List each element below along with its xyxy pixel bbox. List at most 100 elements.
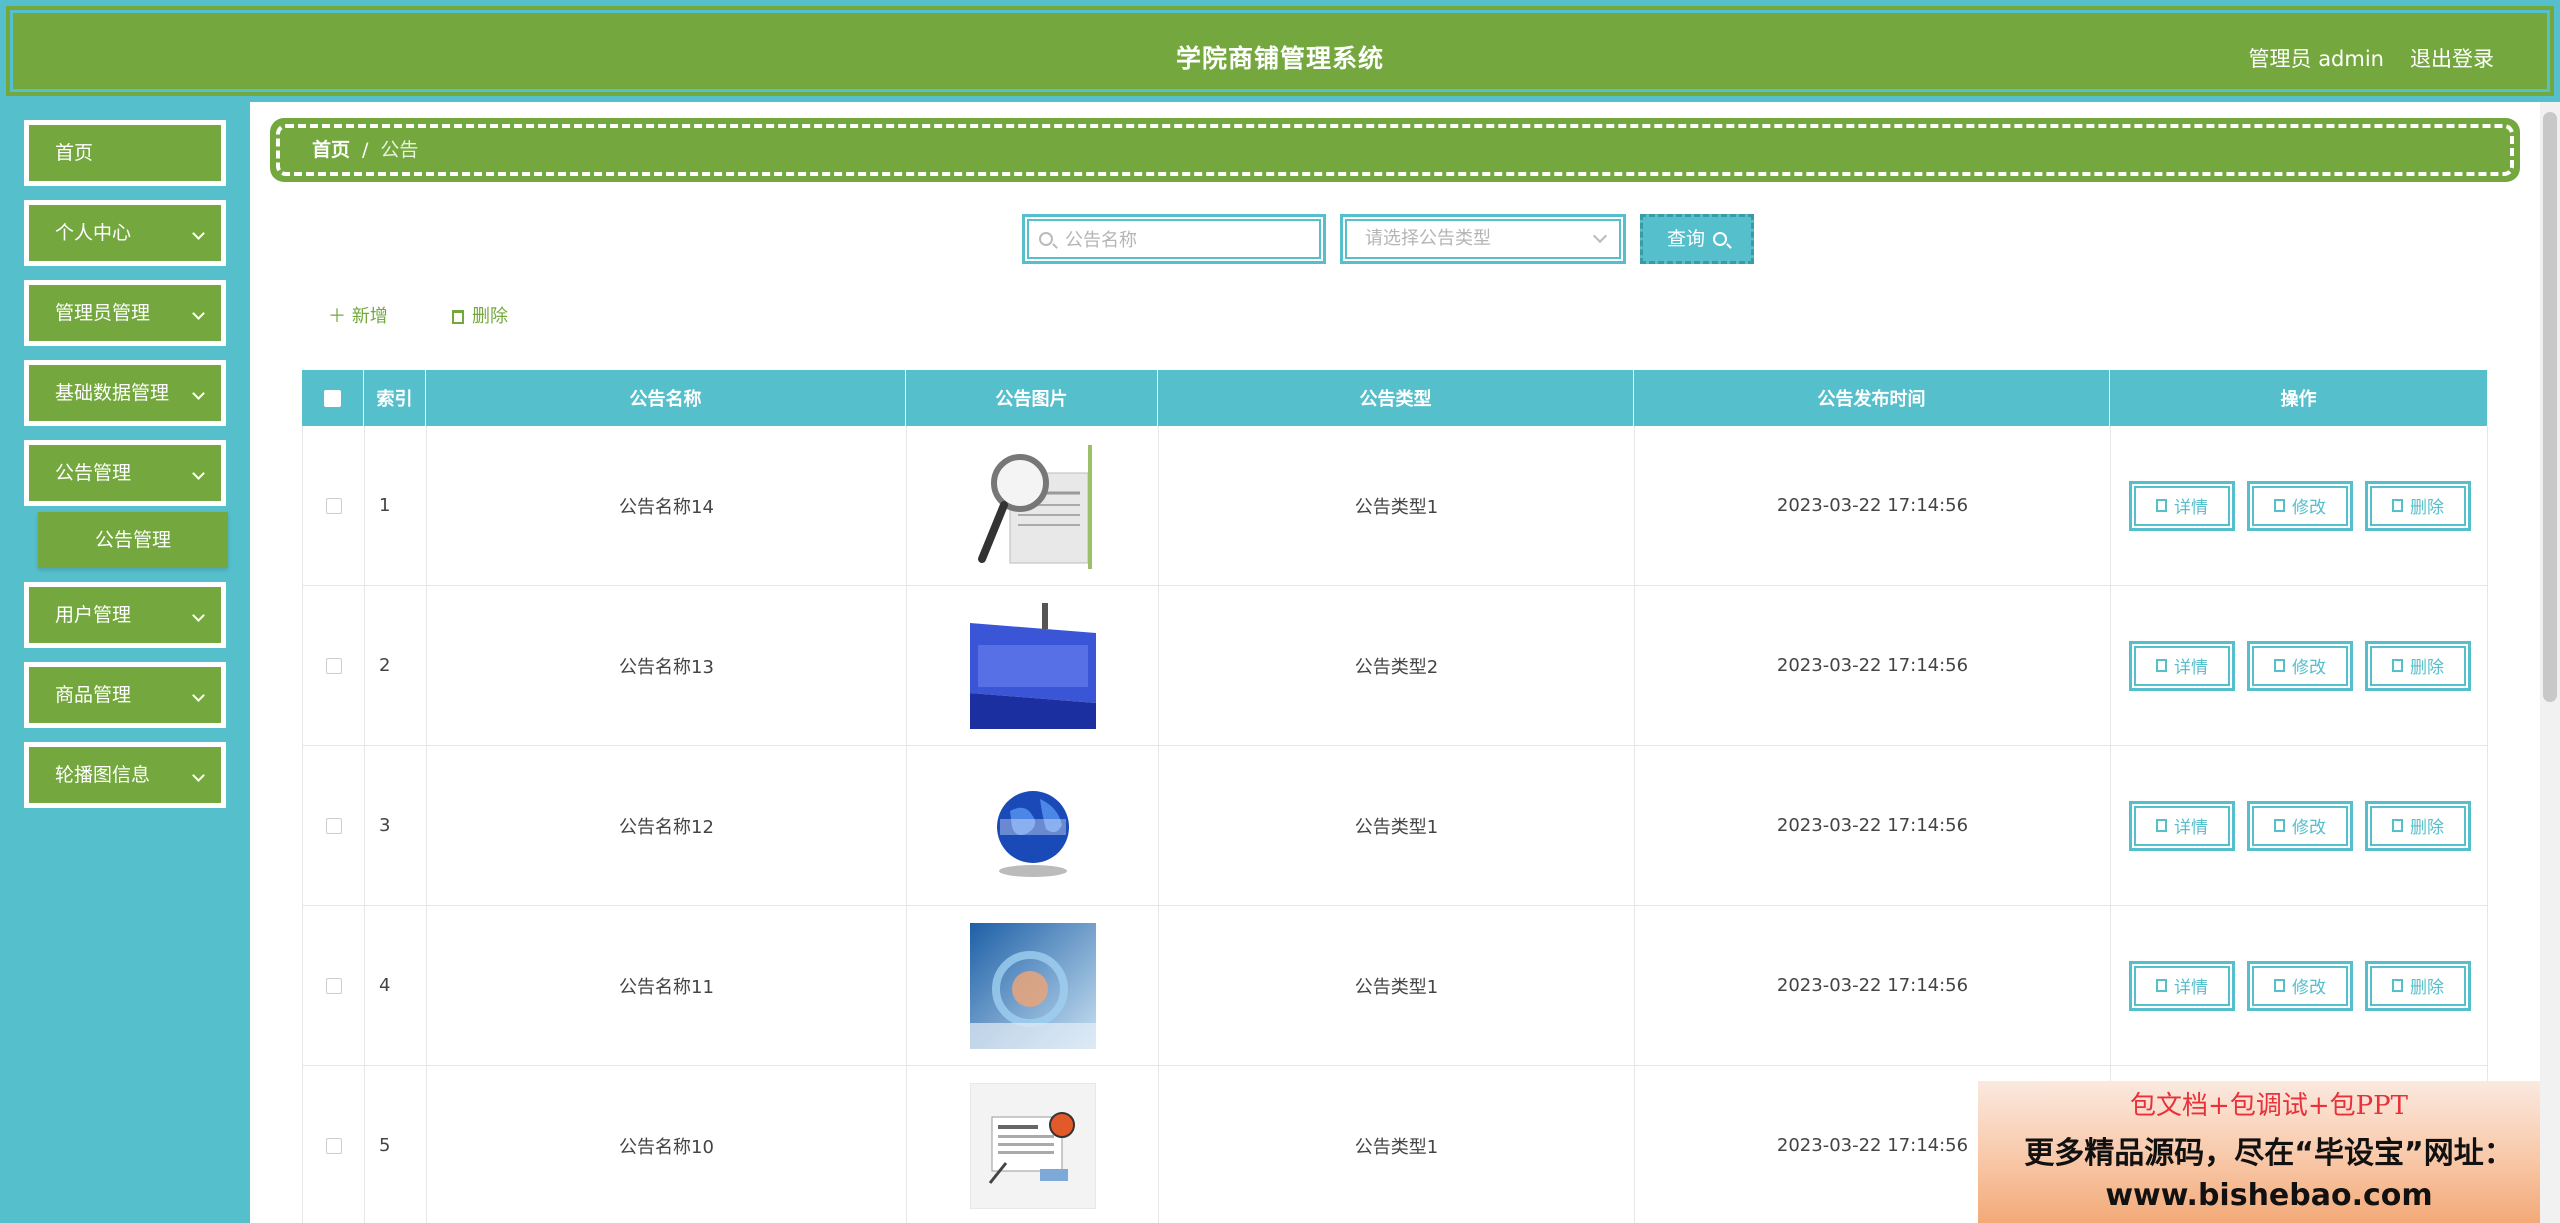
row-type: 公告类型1 (1159, 1066, 1635, 1223)
sidebar-item-notices[interactable]: 公告管理 (24, 440, 226, 506)
trash-icon (2392, 499, 2403, 512)
row-actions: 详情 修改 删除 (2111, 586, 2488, 745)
scrollbar-thumb[interactable] (2543, 112, 2557, 702)
delete-button[interactable]: 删除 (2365, 800, 2471, 851)
row-select-cell (303, 906, 365, 1065)
search-icon (1713, 232, 1727, 246)
sidebar-item-carousel[interactable]: 轮播图信息 (24, 742, 226, 808)
logout-link[interactable]: 退出登录 (2410, 43, 2494, 73)
sidebar-item-label: 用户管理 (55, 604, 132, 626)
watermark-ad: 包文档+包调试+包PPT 更多精品源码，尽在“毕设宝”网址： www.bishe… (1978, 1081, 2560, 1223)
chevron-down-icon (192, 387, 205, 400)
add-button-label: 新增 (351, 306, 388, 327)
row-name: 公告名称14 (427, 426, 907, 585)
edit-icon (2274, 979, 2285, 992)
edit-button[interactable]: 修改 (2247, 800, 2353, 851)
delete-button[interactable]: 删除 (2365, 640, 2471, 691)
row-time: 2023-03-22 17:14:56 (1635, 746, 2111, 905)
breadcrumb-home[interactable]: 首页 (312, 139, 350, 161)
header-index: 索引 (364, 370, 426, 426)
row-time: 2023-03-22 17:14:56 (1635, 426, 2111, 585)
edit-button-label: 修改 (2292, 818, 2326, 838)
sidebar-item-admins[interactable]: 管理员管理 (24, 280, 226, 346)
chevron-down-icon (1592, 228, 1608, 244)
detail-button[interactable]: 详情 (2129, 480, 2235, 531)
header-select-all-cell (302, 370, 364, 426)
select-all-checkbox[interactable] (324, 389, 341, 407)
notice-name-input[interactable] (1065, 227, 1315, 253)
top-header: 学院商铺管理系统 管理员 admin 退出登录 (0, 0, 2560, 102)
sidebar-item-users[interactable]: 用户管理 (24, 582, 226, 648)
header-type: 公告类型 (1158, 370, 1634, 426)
sidebar-item-profile[interactable]: 个人中心 (24, 200, 226, 266)
row-checkbox[interactable] (325, 497, 342, 514)
delete-button-label: 删除 (2410, 658, 2444, 678)
table-header: 索引 公告名称 公告图片 公告类型 公告发布时间 操作 (302, 370, 2488, 426)
notice-image (969, 602, 1096, 729)
query-button-label: 查询 (1667, 228, 1706, 250)
edit-button[interactable]: 修改 (2247, 960, 2353, 1011)
notice-name-search[interactable] (1022, 214, 1326, 264)
chevron-down-icon (192, 609, 205, 622)
document-icon (2156, 499, 2167, 512)
row-checkbox[interactable] (325, 977, 342, 994)
trash-icon (2392, 819, 2403, 832)
sidebar-item-home[interactable]: 首页 (24, 120, 226, 186)
detail-button[interactable]: 详情 (2129, 960, 2235, 1011)
sidebar: 首页 个人中心 管理员管理 基础数据管理 公告管理 公告管理 用户管理 商品管理… (0, 102, 250, 1223)
row-select-cell (303, 746, 365, 905)
query-button[interactable]: 查询 (1640, 214, 1754, 264)
row-actions: 详情 修改 删除 (2111, 906, 2488, 1065)
sidebar-item-label: 管理员管理 (55, 302, 151, 324)
row-type: 公告类型2 (1159, 586, 1635, 745)
detail-button-label: 详情 (2174, 658, 2208, 678)
table-row: 3 公告名称12 公告类型1 2023-03-22 17:14:56 详情 修改… (302, 746, 2488, 906)
submenu-item-notice-manage[interactable]: 公告管理 (38, 512, 228, 568)
row-image-cell (907, 1066, 1159, 1223)
row-image-cell (907, 586, 1159, 745)
sidebar-item-label: 个人中心 (55, 222, 132, 244)
row-name: 公告名称13 (427, 586, 907, 745)
current-user: 管理员 admin (2248, 47, 2384, 71)
document-icon (2156, 659, 2167, 672)
delete-button[interactable]: 删除 (2365, 960, 2471, 1011)
delete-button-label: 删除 (2410, 498, 2444, 518)
row-select-cell (303, 426, 365, 585)
batch-delete-label: 删除 (472, 306, 508, 327)
edit-button[interactable]: 修改 (2247, 640, 2353, 691)
edit-icon (2274, 659, 2285, 672)
row-type: 公告类型1 (1159, 746, 1635, 905)
row-type: 公告类型1 (1159, 426, 1635, 585)
trash-icon (2392, 659, 2403, 672)
header-image: 公告图片 (906, 370, 1158, 426)
detail-button[interactable]: 详情 (2129, 800, 2235, 851)
add-button[interactable]: ＋ 新增 (328, 302, 388, 328)
row-checkbox[interactable] (325, 1137, 342, 1154)
row-checkbox[interactable] (325, 817, 342, 834)
delete-button-label: 删除 (2410, 978, 2444, 998)
document-icon (2156, 819, 2167, 832)
batch-delete-button[interactable]: 删除 (452, 302, 508, 328)
sidebar-item-products[interactable]: 商品管理 (24, 662, 226, 728)
row-checkbox[interactable] (325, 657, 342, 674)
chevron-down-icon (192, 769, 205, 782)
row-type: 公告类型1 (1159, 906, 1635, 1065)
trash-icon (2392, 979, 2403, 992)
delete-button[interactable]: 删除 (2365, 480, 2471, 531)
edit-icon (2274, 819, 2285, 832)
edit-button-label: 修改 (2292, 658, 2326, 678)
ad-line-3: www.bishebao.com (2105, 1178, 2433, 1213)
edit-button[interactable]: 修改 (2247, 480, 2353, 531)
trash-icon (452, 310, 464, 324)
row-index: 2 (365, 586, 427, 745)
notice-image (969, 442, 1096, 569)
chevron-down-icon (192, 467, 205, 480)
sidebar-item-base-data[interactable]: 基础数据管理 (24, 360, 226, 426)
detail-button[interactable]: 详情 (2129, 640, 2235, 691)
sidebar-item-label: 商品管理 (55, 684, 132, 706)
table-row: 2 公告名称13 公告类型2 2023-03-22 17:14:56 详情 修改… (302, 586, 2488, 746)
notice-type-select[interactable]: 请选择公告类型 (1340, 214, 1626, 264)
row-select-cell (303, 1066, 365, 1223)
sidebar-item-label: 公告管理 (55, 462, 132, 484)
notice-image (969, 1082, 1096, 1209)
